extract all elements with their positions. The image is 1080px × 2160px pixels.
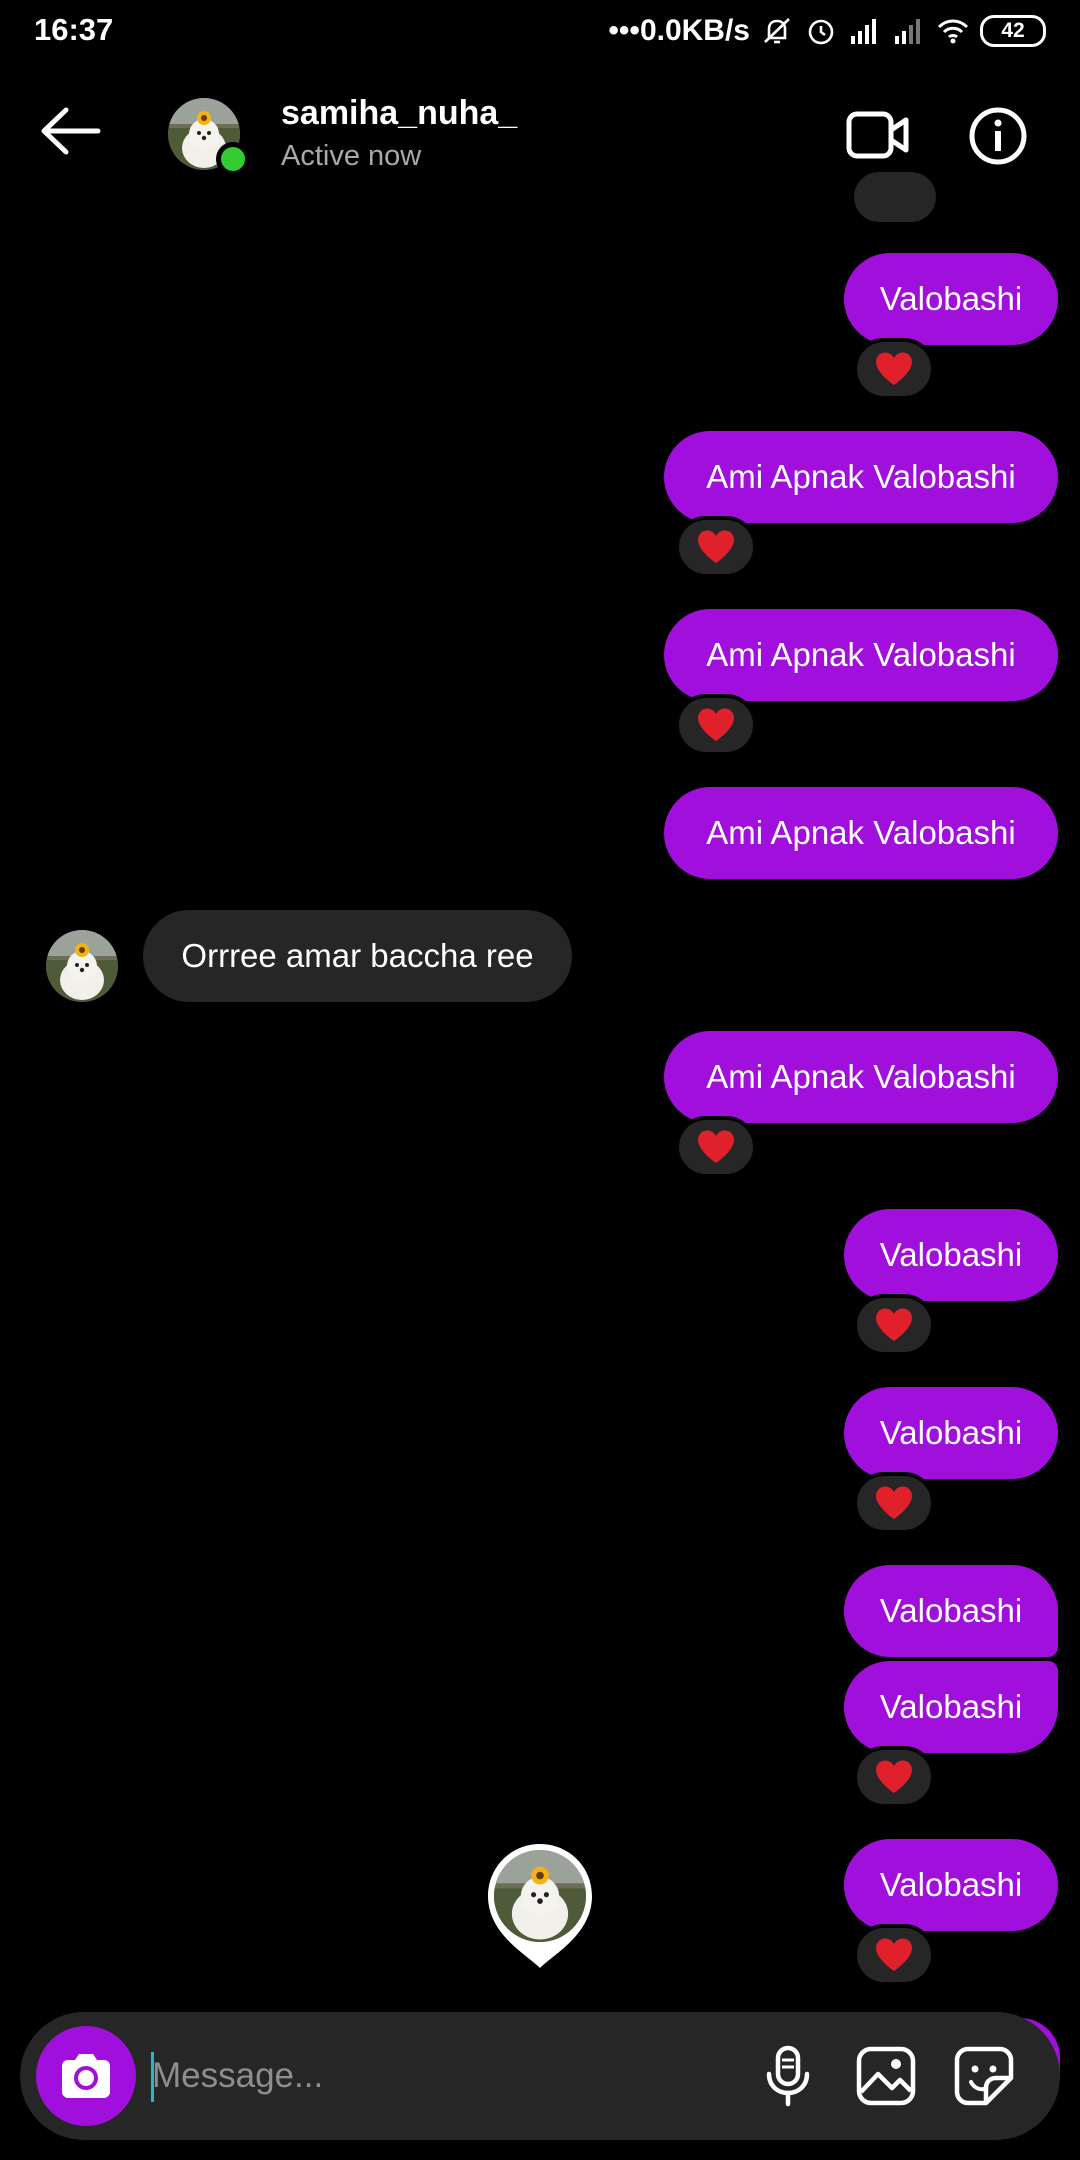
heart-reaction[interactable]	[675, 1116, 757, 1178]
reaction-pill	[854, 172, 936, 222]
sender-avatar[interactable]	[46, 930, 118, 1002]
message-bubble-outgoing[interactable]: Valobashi	[844, 1387, 1058, 1479]
heart-reaction[interactable]	[853, 1746, 935, 1808]
heart-reaction[interactable]	[675, 516, 757, 578]
heart-reaction[interactable]	[853, 1472, 935, 1534]
camera-button[interactable]	[36, 2026, 136, 2126]
seen-avatar-marker	[488, 1844, 592, 1968]
message-bubble-outgoing[interactable]: Ami Apnak Valobashi	[664, 1031, 1058, 1123]
heart-icon	[874, 1937, 914, 1973]
gallery-icon[interactable]	[854, 2044, 918, 2108]
message-composer	[20, 2012, 1060, 2140]
message-bubble-outgoing[interactable]: Ami Apnak Valobashi	[664, 431, 1058, 523]
message-bubble-outgoing[interactable]: Valobashi	[844, 1661, 1058, 1753]
message-thread[interactable]: Valobashi Ami Apnak Valobashi Ami Apnak …	[0, 0, 1080, 2160]
message-bubble-outgoing[interactable]: Ami Apnak Valobashi	[664, 609, 1058, 701]
heart-reaction[interactable]	[675, 694, 757, 756]
heart-icon	[696, 1129, 736, 1165]
heart-reaction[interactable]	[853, 338, 935, 400]
message-bubble-outgoing[interactable]: Ami Apnak Valobashi	[664, 787, 1058, 879]
heart-icon	[696, 529, 736, 565]
heart-icon	[874, 1759, 914, 1795]
message-input[interactable]	[152, 2046, 712, 2106]
heart-reaction[interactable]	[853, 1294, 935, 1356]
heart-icon	[874, 351, 914, 387]
sticker-icon[interactable]	[952, 2044, 1016, 2108]
microphone-icon[interactable]	[756, 2044, 820, 2108]
heart-icon	[874, 1307, 914, 1343]
message-bubble-incoming[interactable]: Orrree amar baccha ree	[143, 910, 572, 1002]
camera-icon	[62, 2054, 110, 2098]
message-bubble-outgoing[interactable]: Valobashi	[844, 1209, 1058, 1301]
message-bubble-outgoing[interactable]: Valobashi	[844, 253, 1058, 345]
heart-icon	[874, 1485, 914, 1521]
message-bubble-outgoing[interactable]: Valobashi	[844, 1565, 1058, 1657]
heart-reaction[interactable]	[853, 1924, 935, 1986]
message-bubble-outgoing[interactable]: Valobashi	[844, 1839, 1058, 1931]
heart-icon	[696, 707, 736, 743]
